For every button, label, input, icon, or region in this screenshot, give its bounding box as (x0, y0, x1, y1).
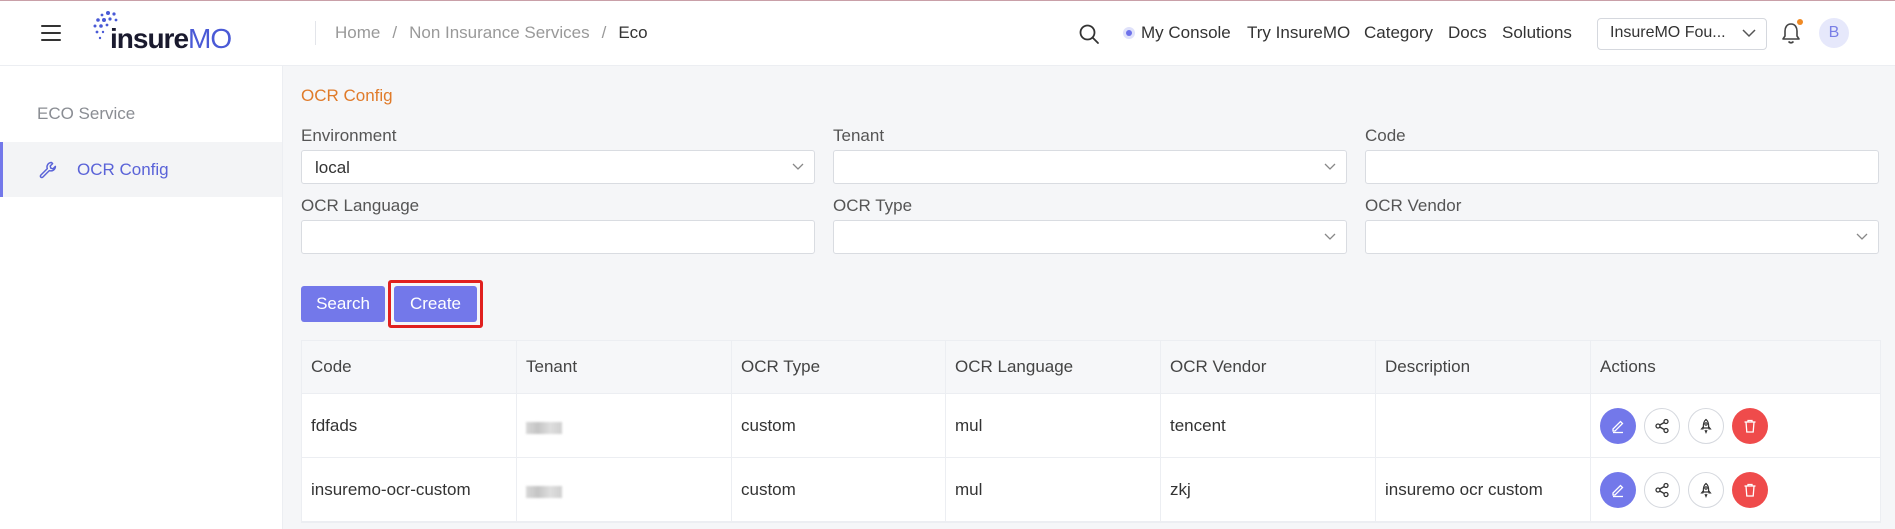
deploy-button[interactable] (1688, 407, 1724, 444)
col-ocr-language: OCR Language (946, 341, 1161, 393)
col-ocr-vendor: OCR Vendor (1161, 341, 1376, 393)
table-row: insuremo-ocr-custom custom mul zkj insur… (302, 458, 1880, 522)
ocr-vendor-label: OCR Vendor (1365, 196, 1462, 215)
edit-button[interactable] (1600, 407, 1636, 444)
create-button[interactable]: Create (394, 286, 477, 322)
nav-try-insuremo[interactable]: Try InsureMO (1247, 23, 1350, 43)
chevron-down-icon (1324, 233, 1336, 240)
chevron-down-icon (1324, 163, 1336, 170)
sidebar-group-title: ECO Service (37, 104, 136, 123)
code-input[interactable] (1365, 150, 1879, 184)
share-button[interactable] (1644, 471, 1680, 508)
deploy-button[interactable] (1688, 471, 1724, 508)
menu-icon[interactable] (41, 25, 61, 41)
chevron-down-icon (792, 163, 804, 170)
col-tenant: Tenant (517, 341, 732, 393)
cell-actions (1591, 458, 1880, 521)
col-ocr-type: OCR Type (732, 341, 946, 393)
ocr-config-table: Code Tenant OCR Type OCR Language OCR Ve… (301, 340, 1881, 523)
wrench-icon (39, 161, 57, 179)
chevron-down-icon (1742, 29, 1756, 38)
ocr-type-label: OCR Type (833, 196, 913, 215)
cell-description (1376, 394, 1591, 457)
my-console-link[interactable]: My Console (1123, 23, 1231, 43)
sidebar: ECO Service OCR Config (0, 66, 283, 529)
cell-description: insuremo ocr custom (1376, 458, 1591, 521)
rocket-icon (1700, 482, 1712, 498)
cell-ocr-vendor: tencent (1161, 394, 1376, 457)
cell-actions (1591, 394, 1880, 457)
sidebar-item-ocr-config[interactable]: OCR Config (0, 142, 282, 197)
ocr-language-input[interactable] (301, 220, 815, 254)
tenant-select[interactable] (833, 150, 1347, 184)
delete-button[interactable] (1732, 471, 1768, 508)
cell-ocr-vendor: zkj (1161, 458, 1376, 521)
nav-category[interactable]: Category (1364, 23, 1433, 43)
notification-dot (1797, 19, 1803, 25)
cell-ocr-language: mul (946, 458, 1161, 521)
sidebar-item-label: OCR Config (77, 160, 169, 179)
breadcrumb-non-insurance[interactable]: Non Insurance Services (409, 23, 589, 42)
ocr-type-select[interactable] (833, 220, 1347, 254)
cell-code: insuremo-ocr-custom (302, 458, 517, 521)
table-header: Code Tenant OCR Type OCR Language OCR Ve… (302, 341, 1880, 394)
cell-ocr-type: custom (732, 458, 946, 521)
header-divider (315, 21, 316, 45)
trash-icon (1744, 483, 1756, 497)
nav-solutions[interactable]: Solutions (1502, 23, 1572, 43)
nav-docs[interactable]: Docs (1448, 23, 1487, 43)
insuremo-logo[interactable]: insureMO (90, 9, 260, 54)
trash-icon (1744, 419, 1756, 433)
col-code: Code (302, 341, 517, 393)
ocr-vendor-select[interactable] (1365, 220, 1879, 254)
cell-tenant (517, 458, 732, 521)
share-icon (1655, 418, 1669, 433)
edit-icon (1612, 420, 1624, 433)
top-header: insureMO Home / Non Insurance Services / Eco… (0, 1, 1895, 65)
console-radio-icon (1123, 27, 1135, 39)
delete-button[interactable] (1732, 407, 1768, 444)
page-title: OCR Config (301, 86, 393, 105)
share-icon (1655, 482, 1669, 497)
active-indicator (0, 142, 3, 197)
col-description: Description (1376, 341, 1591, 393)
col-actions: Actions (1600, 357, 1656, 376)
cell-ocr-language: mul (946, 394, 1161, 457)
search-icon[interactable] (1078, 23, 1100, 45)
share-button[interactable] (1644, 407, 1680, 444)
edit-icon (1612, 484, 1624, 497)
edit-button[interactable] (1600, 471, 1636, 508)
code-label: Code (1365, 126, 1406, 145)
breadcrumb-home[interactable]: Home (335, 23, 380, 42)
cell-ocr-type: custom (732, 394, 946, 457)
search-button[interactable]: Search (301, 286, 385, 322)
tenant-switcher[interactable]: InsureMO Fou... (1597, 18, 1767, 50)
tenant-label: Tenant (833, 126, 885, 145)
environment-select[interactable]: local (301, 150, 815, 184)
redacted-tenant (526, 421, 562, 434)
cell-code: fdfads (302, 394, 517, 457)
breadcrumb: Home / Non Insurance Services / Eco (335, 23, 648, 42)
logo-text: insureMO (110, 23, 232, 54)
breadcrumb-eco: Eco (618, 23, 648, 42)
avatar[interactable]: B (1819, 18, 1849, 48)
redacted-tenant (526, 485, 562, 498)
environment-label: Environment (301, 126, 397, 145)
table-row: fdfads custom mul tencent (302, 394, 1880, 458)
chevron-down-icon (1856, 233, 1868, 240)
cell-tenant (517, 394, 732, 457)
main-content: OCR Config Environment local Tenant Code… (283, 66, 1895, 529)
ocr-language-label: OCR Language (301, 196, 420, 215)
rocket-icon (1700, 418, 1712, 434)
